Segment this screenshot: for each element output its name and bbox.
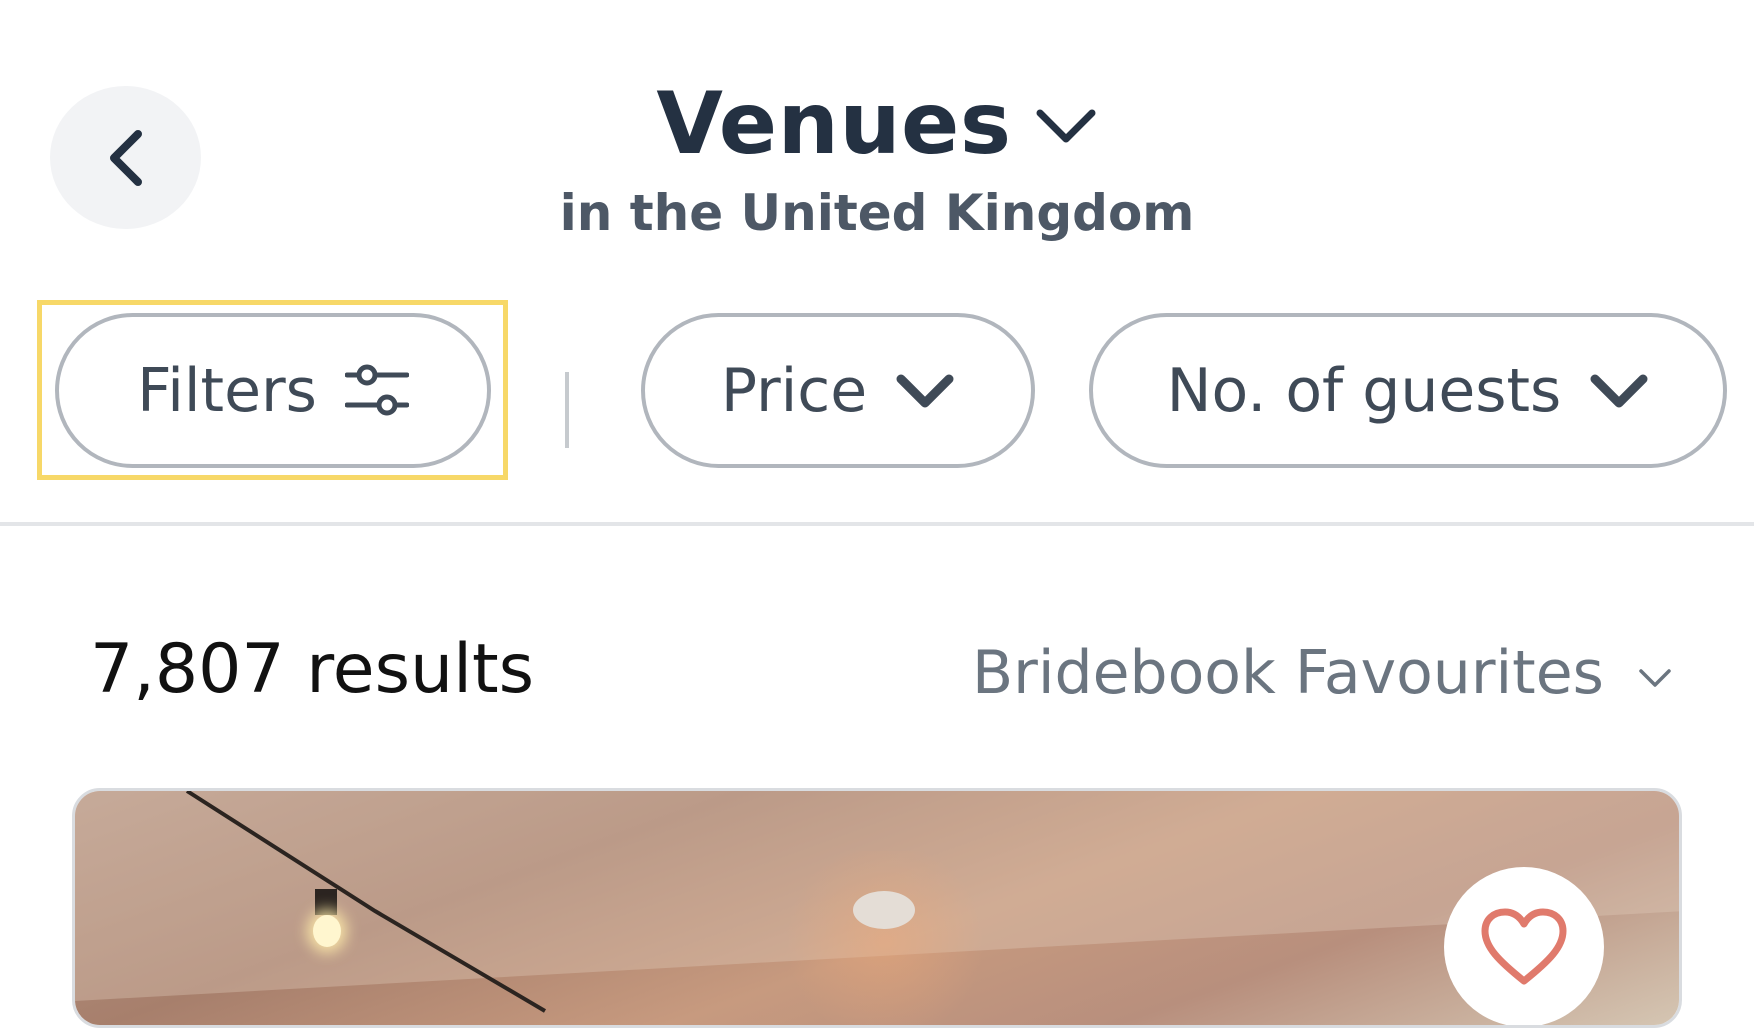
chevron-down-icon bbox=[1034, 99, 1098, 151]
sliders-icon bbox=[344, 364, 409, 415]
favourite-button[interactable] bbox=[1444, 867, 1604, 1025]
price-label: Price bbox=[720, 355, 868, 426]
light-bulb bbox=[313, 915, 341, 947]
sort-dropdown[interactable]: Bridebook Favourites bbox=[972, 636, 1672, 710]
category-selector[interactable]: Venues bbox=[0, 62, 1754, 187]
venue-photo bbox=[75, 791, 1679, 1025]
header-divider bbox=[0, 522, 1754, 526]
chevron-down-icon bbox=[896, 374, 954, 407]
venue-card[interactable] bbox=[72, 788, 1682, 1028]
filters-button[interactable]: Filters bbox=[55, 313, 491, 468]
page-subtitle: in the United Kingdom bbox=[559, 184, 1195, 242]
guests-dropdown[interactable]: No. of guests bbox=[1089, 313, 1727, 468]
sort-label: Bridebook Favourites bbox=[972, 638, 1604, 708]
price-dropdown[interactable]: Price bbox=[641, 313, 1035, 468]
filter-divider bbox=[565, 372, 569, 448]
ceiling-light bbox=[853, 891, 915, 929]
filters-label: Filters bbox=[137, 355, 317, 426]
chevron-down-icon bbox=[1639, 669, 1671, 687]
warm-glow bbox=[775, 851, 995, 1025]
location-header: Venues bbox=[0, 62, 1754, 187]
results-count: 7,807 results bbox=[90, 630, 535, 709]
heart-icon bbox=[1481, 908, 1567, 985]
guests-label: No. of guests bbox=[1166, 355, 1562, 426]
chevron-down-icon bbox=[1590, 374, 1648, 407]
page-title: Venues bbox=[656, 74, 1012, 174]
